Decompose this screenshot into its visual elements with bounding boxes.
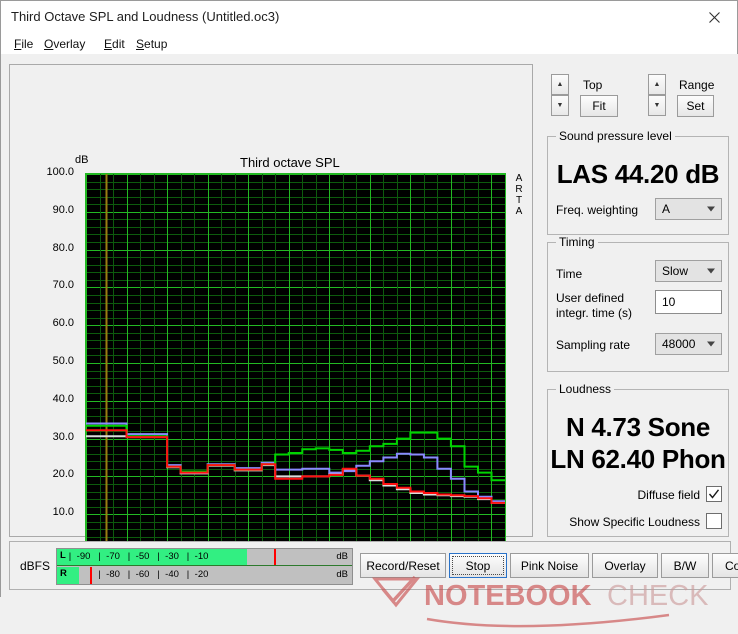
menu-bar: File Overlay Edit Setup — [1, 34, 737, 54]
close-icon[interactable] — [692, 1, 737, 33]
sound-pressure-level-group: Sound pressure level LAS 44.20 dB Freq. … — [547, 129, 729, 235]
loudness-group-title: Loudness — [556, 382, 615, 396]
meter-tick-label: -80 — [106, 569, 120, 580]
freq-weighting-value: A — [662, 202, 671, 216]
meter-tick-label: -30 — [165, 551, 179, 562]
top-spinner[interactable]: ▲ ▼ — [551, 74, 569, 116]
stop-button[interactable]: Stop — [449, 553, 507, 578]
time-label: Time — [556, 267, 583, 281]
input-level-meter[interactable]: L | -90 | -70 | -50 | -30 | -10 dB R | -80 | -60 | -40 | -2… — [56, 548, 353, 585]
arta-watermark-label: ARTA — [515, 173, 523, 217]
y-axis-tick: 70.0 — [52, 279, 74, 292]
integr-time-label-line1: User defined — [556, 291, 625, 305]
button-label: B/W — [673, 558, 697, 573]
spl-group-title: Sound pressure level — [556, 129, 675, 143]
loudness-group: Loudness N 4.73 Sone LN 62.40 Phon Diffu… — [547, 382, 729, 537]
meter-tick-label: -20 — [194, 569, 209, 580]
button-label: Pink Noise — [520, 558, 579, 573]
spl-plot[interactable] — [85, 173, 506, 553]
meter-unit-label: dB — [336, 569, 348, 580]
meter-tick-label: -40 — [165, 569, 179, 580]
meter-peak-marker — [273, 549, 276, 565]
y-axis-tick: 50.0 — [52, 355, 74, 367]
menu-item-file[interactable]: File — [9, 35, 38, 53]
timing-group-title: Timing — [556, 235, 598, 249]
diffuse-field-checkbox[interactable] — [706, 486, 722, 502]
y-axis-tick: 60.0 — [52, 317, 74, 330]
y-axis-tick: 10.0 — [52, 506, 74, 519]
integr-time-value: 10 — [662, 295, 676, 309]
range-set-button[interactable]: Set — [677, 95, 714, 117]
meter-channel-label: L — [60, 550, 66, 561]
chevron-down-icon — [707, 341, 715, 347]
sampling-rate-value: 48000 — [662, 337, 696, 351]
b-w-button[interactable]: B/W — [661, 553, 709, 578]
meter-tick-label: -60 — [135, 569, 150, 580]
menu-item-setup[interactable]: Setup — [131, 35, 172, 53]
button-label: Overlay — [604, 558, 646, 573]
meter-peak-marker — [90, 567, 93, 584]
y-axis-tick: 80.0 — [52, 241, 74, 254]
status-bar: dBFS L | -90 | -70 | -50 | -30 | -10 dB R | -80 | -60 | -… — [9, 541, 738, 590]
dbfs-label: dBFS — [20, 559, 51, 573]
top-fit-button[interactable]: Fit — [580, 95, 618, 117]
title-bar: Third Octave SPL and Loudness (Untitled.… — [1, 1, 737, 34]
y-axis-tick: 20.0 — [52, 468, 74, 481]
y-axis-tick: 90.0 — [52, 203, 74, 216]
focus-outline — [452, 556, 504, 575]
meter-tick-label: -90 — [76, 551, 91, 562]
menu-item-overlay[interactable]: Overlay — [39, 35, 90, 53]
meter-row-left: L | -90 | -70 | -50 | -30 | -10 dB — [57, 549, 352, 566]
range-label: Range — [679, 78, 715, 92]
menu-item-edit[interactable]: Edit — [99, 35, 130, 53]
client-area: dB Third octave SPL ARTA 0.010.020.030.0… — [1, 54, 738, 628]
chevron-down-icon — [707, 206, 715, 212]
meter-tick-label: -50 — [135, 551, 150, 562]
integr-time-label-line2: integr. time (s) — [556, 306, 633, 320]
pink-noise-button[interactable]: Pink Noise — [510, 553, 589, 578]
sampling-rate-label: Sampling rate — [556, 338, 631, 352]
sampling-rate-select[interactable]: 48000 — [655, 333, 722, 355]
range-spinner-up-icon[interactable]: ▲ — [648, 74, 666, 95]
top-spinner-down-icon[interactable]: ▼ — [551, 95, 569, 116]
y-axis-tick: 100.0 — [46, 166, 74, 178]
show-specific-loudness-label: Show Specific Loudness — [569, 515, 700, 529]
spl-value: LAS 44.20 dB — [556, 159, 720, 189]
overlay-button[interactable]: Overlay — [592, 553, 658, 578]
meter-unit-label: dB — [336, 551, 348, 562]
meter-channel-label: R — [60, 568, 67, 579]
top-label: Top — [583, 78, 603, 92]
top-spinner-up-icon[interactable]: ▲ — [551, 74, 569, 95]
graph-panel: dB Third octave SPL ARTA 0.010.020.030.0… — [9, 64, 533, 588]
freq-weighting-label: Freq. weighting — [556, 203, 639, 217]
meter-tick-label: -70 — [106, 551, 120, 562]
chevron-down-icon — [707, 268, 715, 274]
freq-weighting-select[interactable]: A — [655, 198, 722, 220]
range-spinner[interactable]: ▲ ▼ — [648, 74, 666, 116]
y-axis-tick: 30.0 — [52, 430, 74, 443]
y-axis-tick: 40.0 — [52, 392, 74, 405]
button-label: Record/Reset — [366, 558, 440, 573]
time-select[interactable]: Slow — [655, 260, 722, 282]
show-specific-loudness-checkbox[interactable] — [706, 513, 722, 529]
range-spinner-down-icon[interactable]: ▼ — [648, 95, 666, 116]
timing-group: Timing Time Slow User defined integr. ti… — [547, 235, 729, 372]
y-axis-unit-label: dB — [75, 154, 89, 166]
window-title: Third Octave SPL and Loudness (Untitled.… — [11, 9, 280, 24]
meter-tick-label: -10 — [194, 551, 209, 562]
application-window: Third Octave SPL and Loudness (Untitled.… — [0, 0, 738, 628]
diffuse-field-label: Diffuse field — [637, 488, 700, 502]
record-reset-button[interactable]: Record/Reset — [360, 553, 446, 578]
loudness-phon-value: LN 62.40 Phon — [550, 444, 726, 474]
integr-time-input[interactable]: 10 — [655, 290, 722, 314]
time-value: Slow — [662, 264, 689, 278]
meter-row-right: R | -80 | -60 | -40 | -20 dB — [57, 567, 352, 584]
right-control-column: ▲ ▼ Top Fit ▲ ▼ Range Set Sound pressure… — [542, 64, 732, 537]
graph-title: Third octave SPL — [240, 155, 340, 170]
loudness-sone-value: N 4.73 Sone — [565, 412, 711, 442]
copy-button[interactable]: Copy — [712, 553, 738, 578]
button-label: Copy — [724, 558, 738, 573]
